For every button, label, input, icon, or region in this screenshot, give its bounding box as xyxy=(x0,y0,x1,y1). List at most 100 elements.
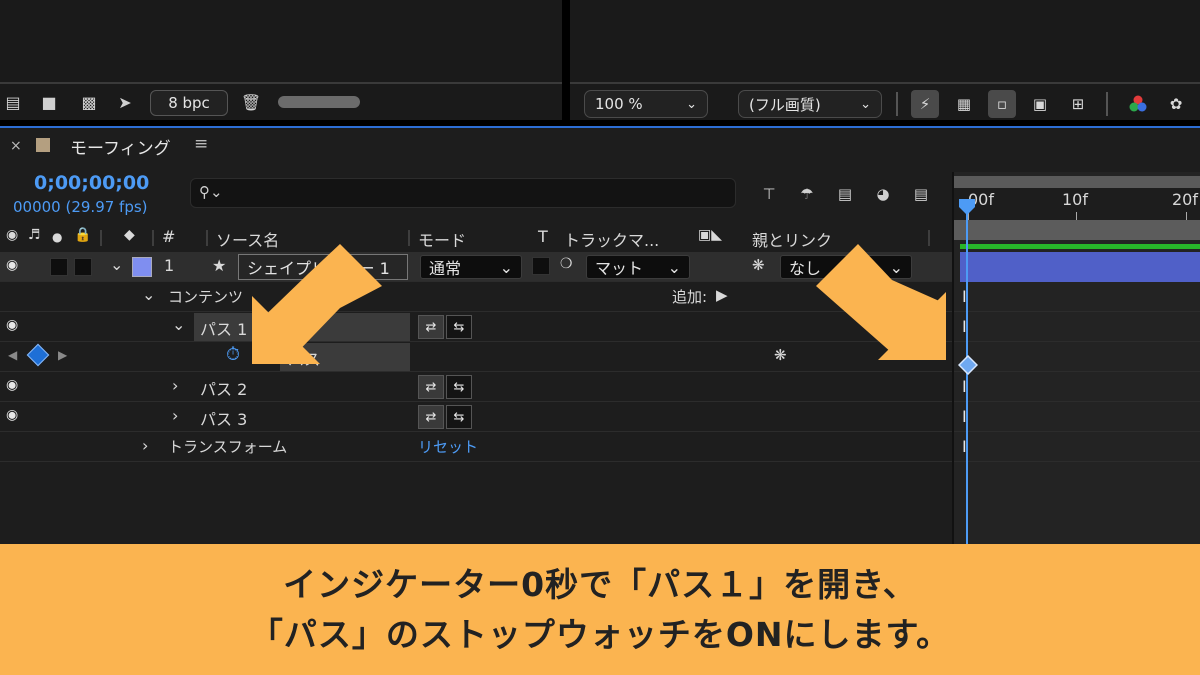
zoom-value: 100 % xyxy=(595,95,643,113)
path3-row[interactable]: ◉ › パス 3 ⇄ ⇆ xyxy=(0,402,952,432)
lock-icon[interactable]: 🔒 xyxy=(74,227,91,243)
path-direction-forward-button[interactable]: ⇆ xyxy=(446,375,472,399)
preserve-transparency-toggle[interactable] xyxy=(532,257,550,275)
column-number[interactable]: # xyxy=(162,227,175,246)
path2-row[interactable]: ◉ › パス 2 ⇄ ⇆ xyxy=(0,372,952,402)
shy-layers-icon[interactable]: ☂ xyxy=(794,182,820,206)
star-icon: ★ xyxy=(212,256,227,275)
tick-label: 20f xyxy=(1172,190,1198,209)
toolbar-separator xyxy=(1106,92,1108,116)
transform-row[interactable]: › トランスフォーム リセット xyxy=(0,432,952,462)
render-queue-icon[interactable]: ➤ xyxy=(114,92,136,112)
time-ruler[interactable]: 00f 10f 20f xyxy=(954,188,1200,220)
lock-toggle[interactable] xyxy=(74,258,92,276)
timeline-area[interactable]: 00f 10f 20f I I I I I xyxy=(952,172,1200,544)
mask-visibility-icon[interactable]: ▫ xyxy=(988,90,1016,118)
transparency-grid-icon[interactable]: ▦ xyxy=(950,90,978,118)
path-direction-reverse-button[interactable]: ⇄ xyxy=(418,315,444,339)
chevron-right-icon[interactable]: › xyxy=(142,436,148,455)
region-of-interest-icon[interactable]: ▣ xyxy=(1026,90,1054,118)
column-track-matte[interactable]: トラックマ... xyxy=(564,227,659,251)
stopwatch-icon[interactable]: ⏱ xyxy=(226,344,240,365)
exposure-reset-icon[interactable]: ✿ xyxy=(1162,90,1190,118)
tick-label: 10f xyxy=(1062,190,1088,209)
resolution-value: (フル画質) xyxy=(749,95,821,114)
solo-toggle[interactable] xyxy=(50,258,68,276)
solo-icon[interactable]: ● xyxy=(52,230,62,244)
blend-mode-dropdown[interactable]: 通常 ⌄ xyxy=(420,255,522,279)
current-time-display[interactable]: 0;00;00;00 xyxy=(34,172,149,194)
path3-label[interactable]: パス 3 xyxy=(200,406,247,430)
new-composition-icon[interactable]: ▩ xyxy=(78,92,100,112)
eye-icon[interactable]: ◉ xyxy=(6,227,18,243)
chevron-down-icon[interactable]: ⌄ xyxy=(142,285,155,304)
prev-keyframe-icon[interactable]: ◀ xyxy=(8,348,17,362)
eye-icon[interactable]: ◉ xyxy=(6,257,18,273)
chevron-down-icon[interactable]: ⌄ xyxy=(172,315,185,334)
thumbnail-slider[interactable] xyxy=(278,96,360,108)
column-mode[interactable]: モード xyxy=(418,227,466,251)
eye-icon[interactable]: ◉ xyxy=(6,377,18,393)
chevron-down-icon: ⌄ xyxy=(686,96,697,112)
column-separator xyxy=(408,230,410,246)
layer-search-input[interactable]: ⚲⌄ xyxy=(190,178,736,208)
track-matte-dropdown[interactable]: マット ⌄ xyxy=(586,255,690,279)
trash-icon[interactable]: 🗑 xyxy=(240,92,262,112)
current-time-indicator-head[interactable] xyxy=(958,198,976,216)
chevron-down-icon: ⌄ xyxy=(499,257,513,277)
work-area-bar[interactable] xyxy=(954,220,1200,240)
frame-blending-icon[interactable]: ▤ xyxy=(832,182,858,206)
path2-label[interactable]: パス 2 xyxy=(200,376,247,400)
chevron-down-icon[interactable]: ⌄ xyxy=(110,255,123,274)
pickwhip-icon[interactable]: ❋ xyxy=(752,256,765,274)
new-folder-icon[interactable]: ■ xyxy=(38,92,60,112)
composition-flowchart-icon[interactable]: ⊤ xyxy=(756,182,782,206)
comp-tab-title[interactable]: モーフィング xyxy=(70,134,171,159)
layer-duration-bar[interactable] xyxy=(960,252,1200,282)
grid-guides-icon[interactable]: ⊞ xyxy=(1064,90,1092,118)
eye-icon[interactable]: ◉ xyxy=(6,317,18,333)
path-direction-reverse-button[interactable]: ⇄ xyxy=(418,405,444,429)
add-menu-icon[interactable]: ▶ xyxy=(716,286,728,304)
timeline-tab-bar: × モーフィング ≡ xyxy=(0,126,1200,166)
resolution-dropdown[interactable]: (フル画質) ⌄ xyxy=(738,90,882,118)
chevron-down-icon: ⌄ xyxy=(860,96,871,112)
timeline-row xyxy=(954,342,1200,372)
layer-color-label[interactable] xyxy=(132,257,152,277)
pickwhip-icon[interactable]: ❋ xyxy=(774,346,787,364)
color-channels-icon[interactable] xyxy=(1124,90,1152,118)
interpret-footage-icon[interactable]: ▤ xyxy=(2,92,24,112)
time-navigator-bar[interactable] xyxy=(954,176,1200,188)
column-t[interactable]: T xyxy=(538,227,548,246)
reset-link[interactable]: リセット xyxy=(418,436,478,457)
zoom-dropdown[interactable]: 100 % ⌄ xyxy=(584,90,708,118)
frame-count-display: 00000 (29.97 fps) xyxy=(13,198,148,216)
timeline-row: I xyxy=(954,372,1200,402)
path1-label[interactable]: パス 1 xyxy=(200,316,247,340)
chevron-right-icon[interactable]: › xyxy=(172,376,178,395)
fast-previews-icon[interactable]: ⚡ xyxy=(911,90,939,118)
path-direction-forward-button[interactable]: ⇆ xyxy=(446,405,472,429)
chevron-right-icon[interactable]: › xyxy=(172,406,178,425)
graph-editor-icon[interactable]: ▤ xyxy=(908,182,934,206)
panel-menu-icon[interactable]: ≡ xyxy=(194,134,208,154)
timeline-row: I xyxy=(954,432,1200,462)
close-icon[interactable]: × xyxy=(10,138,22,154)
label-tag-icon[interactable]: ◆ xyxy=(124,227,135,243)
blend-mode-value: 通常 xyxy=(429,259,462,278)
keyframe-indicator-icon[interactable] xyxy=(26,343,50,367)
audio-icon[interactable]: ♬ xyxy=(28,227,41,243)
bit-depth-button[interactable]: 8 bpc xyxy=(150,90,228,116)
transform-label[interactable]: トランスフォーム xyxy=(168,436,287,457)
keyframe-diamond-icon[interactable] xyxy=(958,355,978,375)
path-direction-reverse-button[interactable]: ⇄ xyxy=(418,375,444,399)
next-keyframe-icon[interactable]: ▶ xyxy=(58,348,67,362)
motion-blur-icon[interactable]: ◕ xyxy=(870,182,896,206)
panel-divider[interactable] xyxy=(562,0,570,124)
column-separator xyxy=(152,230,154,246)
instruction-caption: インジケーター0秒で「パス１」を開き、 「パス」のストップウォッチをONにします… xyxy=(0,544,1200,675)
path-direction-forward-button[interactable]: ⇆ xyxy=(446,315,472,339)
viewer-divider-line xyxy=(570,82,1200,84)
matte-toggle-icon[interactable]: ▣◣ xyxy=(698,227,722,243)
eye-icon[interactable]: ◉ xyxy=(6,407,18,423)
